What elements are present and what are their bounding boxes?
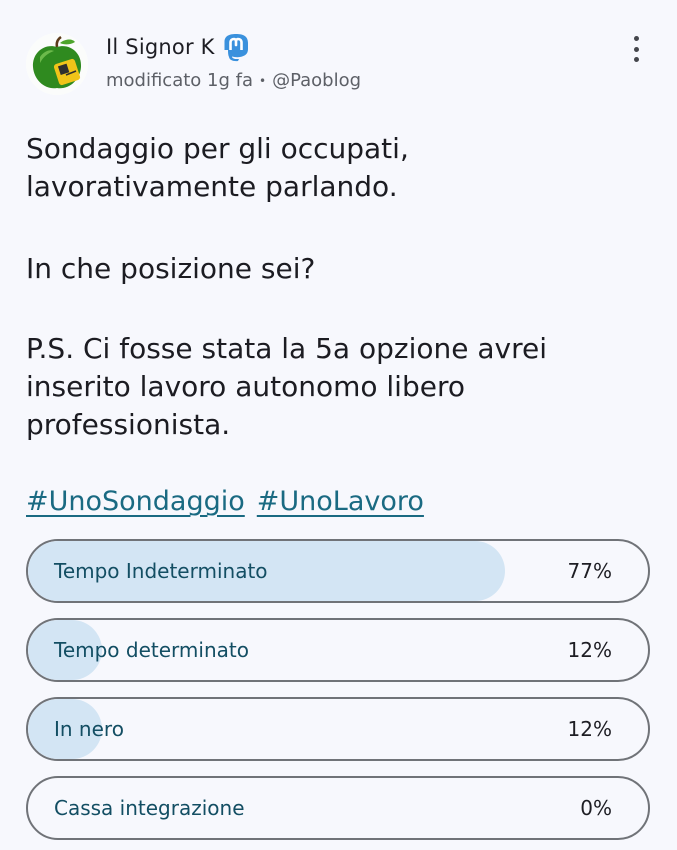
more-vertical-icon-dot [633, 46, 639, 52]
poll-option-label: Tempo Indeterminato [54, 559, 268, 583]
post-meta: modificato 1g fa • @Paoblog [106, 70, 361, 91]
poll-option-label: Tempo determinato [54, 638, 249, 662]
hashtag-link[interactable]: #UnoSondaggio [26, 486, 245, 517]
green-apple-avatar-icon [26, 33, 88, 95]
poll-option[interactable]: Tempo determinato 12% [26, 618, 650, 682]
author-line: Il Signor K [106, 32, 251, 62]
post-text-line: professionista. [26, 408, 231, 441]
author-handle[interactable]: @Paoblog [272, 70, 361, 91]
poll-option-percent: 12% [567, 638, 612, 662]
poll-option-label: In nero [54, 717, 124, 741]
more-vertical-icon-dot [633, 57, 639, 62]
post-text-line: inserito lavoro autonomo libero [26, 370, 465, 403]
author-name[interactable]: Il Signor K [106, 35, 215, 59]
poll-option-percent: 0% [580, 796, 612, 820]
hashtag-link[interactable]: #UnoLavoro [257, 486, 424, 517]
edited-timestamp[interactable]: modificato 1g fa [106, 70, 253, 91]
post-paragraph: In che posizione sei? [26, 250, 646, 288]
mastodon-icon [221, 32, 251, 62]
hashtags: #UnoSondaggio #UnoLavoro [26, 486, 424, 517]
post-header: Il Signor K modificato 1g fa • @Paoblog [26, 28, 656, 98]
post-text-line: lavorativamente parlando. [26, 170, 398, 203]
more-vertical-icon [633, 36, 639, 41]
post-text-line: In che posizione sei? [26, 252, 316, 285]
post-text-line: P.S. Ci fosse stata la 5a opzione avrei [26, 332, 548, 365]
avatar[interactable] [26, 33, 88, 95]
poll-option[interactable]: Tempo Indeterminato 77% [26, 539, 650, 603]
poll-option-percent: 12% [567, 717, 612, 741]
poll-option[interactable]: Cassa integrazione 0% [26, 776, 650, 840]
poll-option[interactable]: In nero 12% [26, 697, 650, 761]
poll-option-percent: 77% [567, 559, 612, 583]
post-text-line: Sondaggio per gli occupati, [26, 132, 409, 165]
more-options-button[interactable] [626, 32, 646, 66]
poll-option-label: Cassa integrazione [54, 796, 245, 820]
post-paragraph: P.S. Ci fosse stata la 5a opzione avrei … [26, 330, 646, 444]
post-paragraph: Sondaggio per gli occupati, lavorativame… [26, 130, 646, 206]
meta-separator: • [259, 73, 267, 88]
